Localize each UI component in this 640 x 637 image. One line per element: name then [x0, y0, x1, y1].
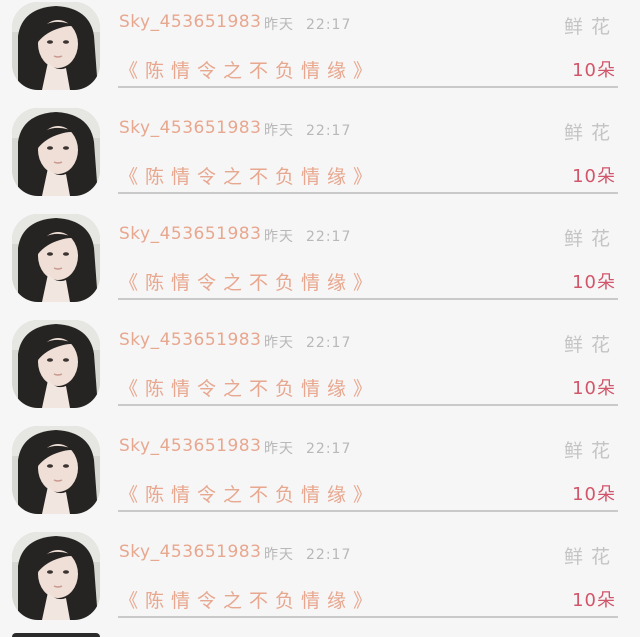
send-clock: 22:17 [306, 335, 352, 351]
list-item[interactable]: Sky_453651983 昨天 22:17 鲜花 《陈情令之不负情缘》 10朵 [0, 212, 640, 318]
gift-amount: 10朵 [572, 378, 616, 399]
list-item[interactable]: Sky_453651983 昨天 22:17 鲜花 《陈情令之不负情缘》 10朵 [0, 424, 640, 530]
work-title[interactable]: 《陈情令之不负情缘》 [119, 56, 379, 83]
list-item[interactable]: Sky_453651983 昨天 22:17 鲜花 《陈情令之不负情缘》 10朵 [0, 318, 640, 424]
send-time: 昨天 22:17 [264, 332, 351, 352]
list-item[interactable]: Sky_453651983 昨天 22:17 鲜花 《陈情令之不负情缘》 10朵 [0, 0, 640, 106]
list-item[interactable]: Sky_453651983 昨天 22:17 鲜花 《陈情令之不负情缘》 10朵 [0, 106, 640, 212]
avatar-photo-icon [12, 426, 100, 514]
gift-type: 鲜花 [563, 16, 618, 38]
avatar-photo-icon [12, 532, 100, 620]
row-divider [118, 616, 618, 618]
send-clock: 22:17 [306, 123, 352, 139]
gift-amount: 10朵 [572, 166, 616, 187]
row-divider [118, 192, 618, 194]
send-clock: 22:17 [306, 441, 352, 457]
work-title[interactable]: 《陈情令之不负情缘》 [119, 586, 379, 613]
username[interactable]: Sky_453651983 [119, 436, 261, 456]
user-avatar[interactable] [12, 214, 100, 302]
username[interactable]: Sky_453651983 [119, 542, 261, 562]
avatar-photo-icon [12, 214, 100, 302]
row-divider [118, 298, 618, 300]
user-avatar[interactable] [12, 426, 100, 514]
avatar-photo-icon [12, 2, 100, 90]
username[interactable]: Sky_453651983 [119, 12, 261, 32]
gift-type: 鲜花 [563, 546, 618, 568]
send-day: 昨天 [264, 123, 294, 139]
user-avatar[interactable] [12, 532, 100, 620]
send-time: 昨天 22:17 [264, 226, 351, 246]
avatar-photo-icon [12, 108, 100, 196]
username[interactable]: Sky_453651983 [119, 118, 261, 138]
send-day: 昨天 [264, 547, 294, 563]
gift-amount: 10朵 [572, 590, 616, 611]
gift-type: 鲜花 [563, 440, 618, 462]
gift-type: 鲜花 [563, 334, 618, 356]
send-clock: 22:17 [306, 547, 352, 563]
avatar-photo-icon [12, 320, 100, 408]
gift-record-list: Sky_453651983 昨天 22:17 鲜花 《陈情令之不负情缘》 10朵 … [0, 0, 640, 637]
send-day: 昨天 [264, 441, 294, 457]
send-day: 昨天 [264, 335, 294, 351]
send-time: 昨天 22:17 [264, 14, 351, 34]
user-avatar[interactable] [12, 320, 100, 408]
user-avatar-partial [12, 633, 100, 637]
send-time: 昨天 22:17 [264, 544, 351, 564]
send-clock: 22:17 [306, 229, 352, 245]
list-item-partial[interactable] [0, 633, 640, 637]
gift-type: 鲜花 [563, 228, 618, 250]
row-divider [118, 510, 618, 512]
row-divider [118, 86, 618, 88]
send-time: 昨天 22:17 [264, 438, 351, 458]
row-divider [118, 404, 618, 406]
send-day: 昨天 [264, 17, 294, 33]
send-day: 昨天 [264, 229, 294, 245]
username[interactable]: Sky_453651983 [119, 224, 261, 244]
user-avatar[interactable] [12, 108, 100, 196]
send-time: 昨天 22:17 [264, 120, 351, 140]
username[interactable]: Sky_453651983 [119, 330, 261, 350]
user-avatar[interactable] [12, 2, 100, 90]
work-title[interactable]: 《陈情令之不负情缘》 [119, 374, 379, 401]
list-item[interactable]: Sky_453651983 昨天 22:17 鲜花 《陈情令之不负情缘》 10朵 [0, 530, 640, 636]
work-title[interactable]: 《陈情令之不负情缘》 [119, 162, 379, 189]
gift-amount: 10朵 [572, 272, 616, 293]
send-clock: 22:17 [306, 17, 352, 33]
work-title[interactable]: 《陈情令之不负情缘》 [119, 268, 379, 295]
gift-amount: 10朵 [572, 484, 616, 505]
gift-amount: 10朵 [572, 60, 616, 81]
work-title[interactable]: 《陈情令之不负情缘》 [119, 480, 379, 507]
gift-type: 鲜花 [563, 122, 618, 144]
